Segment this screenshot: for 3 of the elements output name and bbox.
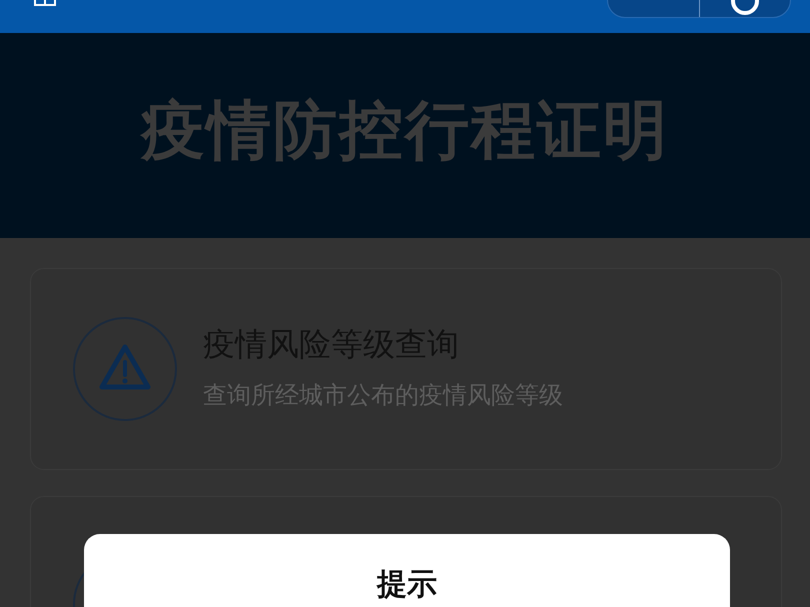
dialog-title: 提示 bbox=[377, 567, 437, 602]
warning-icon bbox=[73, 317, 177, 421]
page-title: 疫情防控行程证明 bbox=[141, 93, 669, 170]
